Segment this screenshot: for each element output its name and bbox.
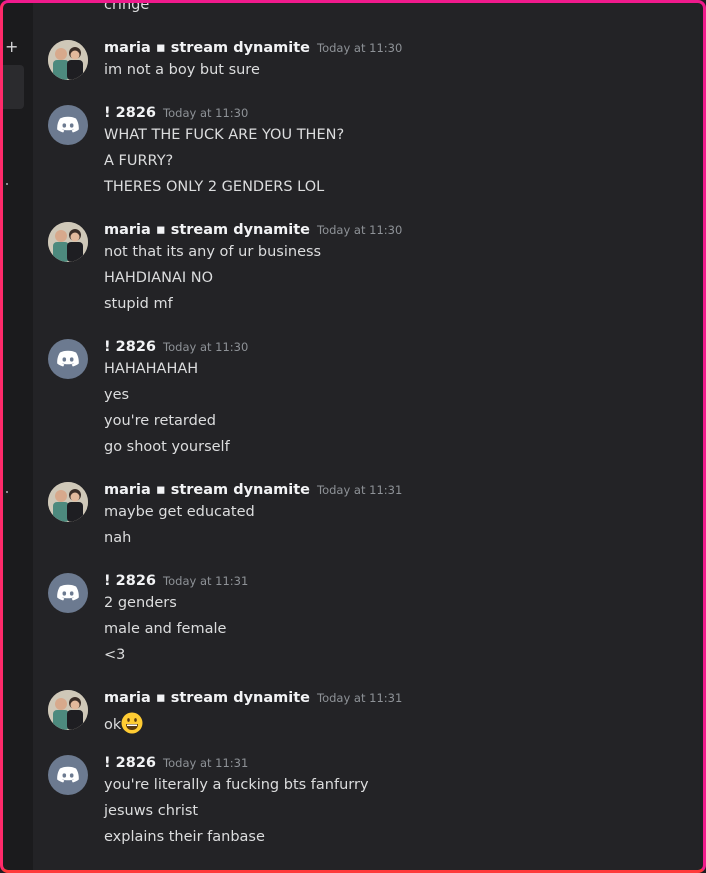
message-line: yes (104, 387, 130, 403)
message-line: 2 genders (104, 595, 177, 611)
photo-avatar-icon (48, 40, 88, 80)
username[interactable]: maria ▪ stream dynamite Today at 11:31 (104, 482, 402, 498)
message-line: HAHDIANAI NO (104, 270, 213, 286)
message-line: THERES ONLY 2 GENDERS LOL (104, 179, 325, 195)
message-text: ok (104, 717, 122, 733)
message-line: cringe (104, 0, 150, 13)
message-line: <3 (104, 647, 126, 663)
timestamp: Today at 11:31 (317, 483, 403, 497)
timestamp: Today at 11:30 (163, 106, 249, 120)
username[interactable]: ! 2826 Today at 11:30 (104, 105, 248, 121)
message-line: nah (104, 530, 132, 546)
photo-avatar-icon (48, 482, 88, 522)
message-list: cringe maria ▪ stream dynamite Today at 1… (33, 0, 700, 870)
user-avatar[interactable] (48, 690, 88, 730)
username[interactable]: ! 2826 Today at 11:31 (104, 755, 248, 771)
username[interactable]: ! 2826 Today at 11:31 (104, 573, 248, 589)
message-line: HAHAHAHAH (104, 361, 199, 377)
server-rail: + (3, 3, 33, 870)
user-avatar[interactable] (48, 40, 88, 80)
discord-logo-icon (57, 350, 79, 367)
message-line: not that its any of ur business (104, 244, 322, 260)
timestamp: Today at 11:31 (317, 691, 403, 705)
user-avatar[interactable] (48, 482, 88, 522)
add-server-icon[interactable]: + (5, 39, 18, 55)
message-line: A FURRY? (104, 153, 174, 169)
user-avatar[interactable] (48, 339, 88, 379)
message-line: jesuws christ (104, 803, 199, 819)
username[interactable]: ! 2826 Today at 11:30 (104, 339, 248, 355)
message-line: maybe get educated (104, 504, 255, 520)
message-line: you're literally a fucking bts fanfurry (104, 777, 369, 793)
discord-logo-icon (57, 766, 79, 783)
message-line: go shoot yourself (104, 439, 230, 455)
message-line: ok (104, 712, 143, 734)
rail-dot-icon (6, 491, 8, 493)
server-tab[interactable] (3, 65, 24, 109)
username[interactable]: maria ▪ stream dynamite Today at 11:31 (104, 690, 402, 706)
message-line: WHAT THE FUCK ARE YOU THEN? (104, 127, 345, 143)
message-line: stupid mf (104, 296, 173, 312)
message-line: explains their fanbase (104, 829, 265, 845)
discord-logo-icon (57, 584, 79, 601)
username[interactable]: maria ▪ stream dynamite Today at 11:30 (104, 222, 402, 238)
username[interactable]: maria ▪ stream dynamite Today at 11:30 (104, 40, 402, 56)
timestamp: Today at 11:30 (317, 223, 403, 237)
timestamp: Today at 11:31 (163, 756, 249, 770)
user-avatar[interactable] (48, 573, 88, 613)
photo-avatar-icon (48, 690, 88, 730)
photo-avatar-icon (48, 222, 88, 262)
rail-dot-icon (6, 183, 8, 185)
message-line: male and female (104, 621, 227, 637)
timestamp: Today at 11:31 (163, 574, 249, 588)
message-line: you're retarded (104, 413, 216, 429)
user-avatar[interactable] (48, 222, 88, 262)
timestamp: Today at 11:30 (317, 41, 403, 55)
user-avatar[interactable] (48, 105, 88, 145)
user-avatar[interactable] (48, 755, 88, 795)
grinning-face-emoji-icon (121, 712, 143, 734)
discord-logo-icon (57, 116, 79, 133)
timestamp: Today at 11:30 (163, 340, 249, 354)
message-line: im not a boy but sure (104, 62, 260, 78)
